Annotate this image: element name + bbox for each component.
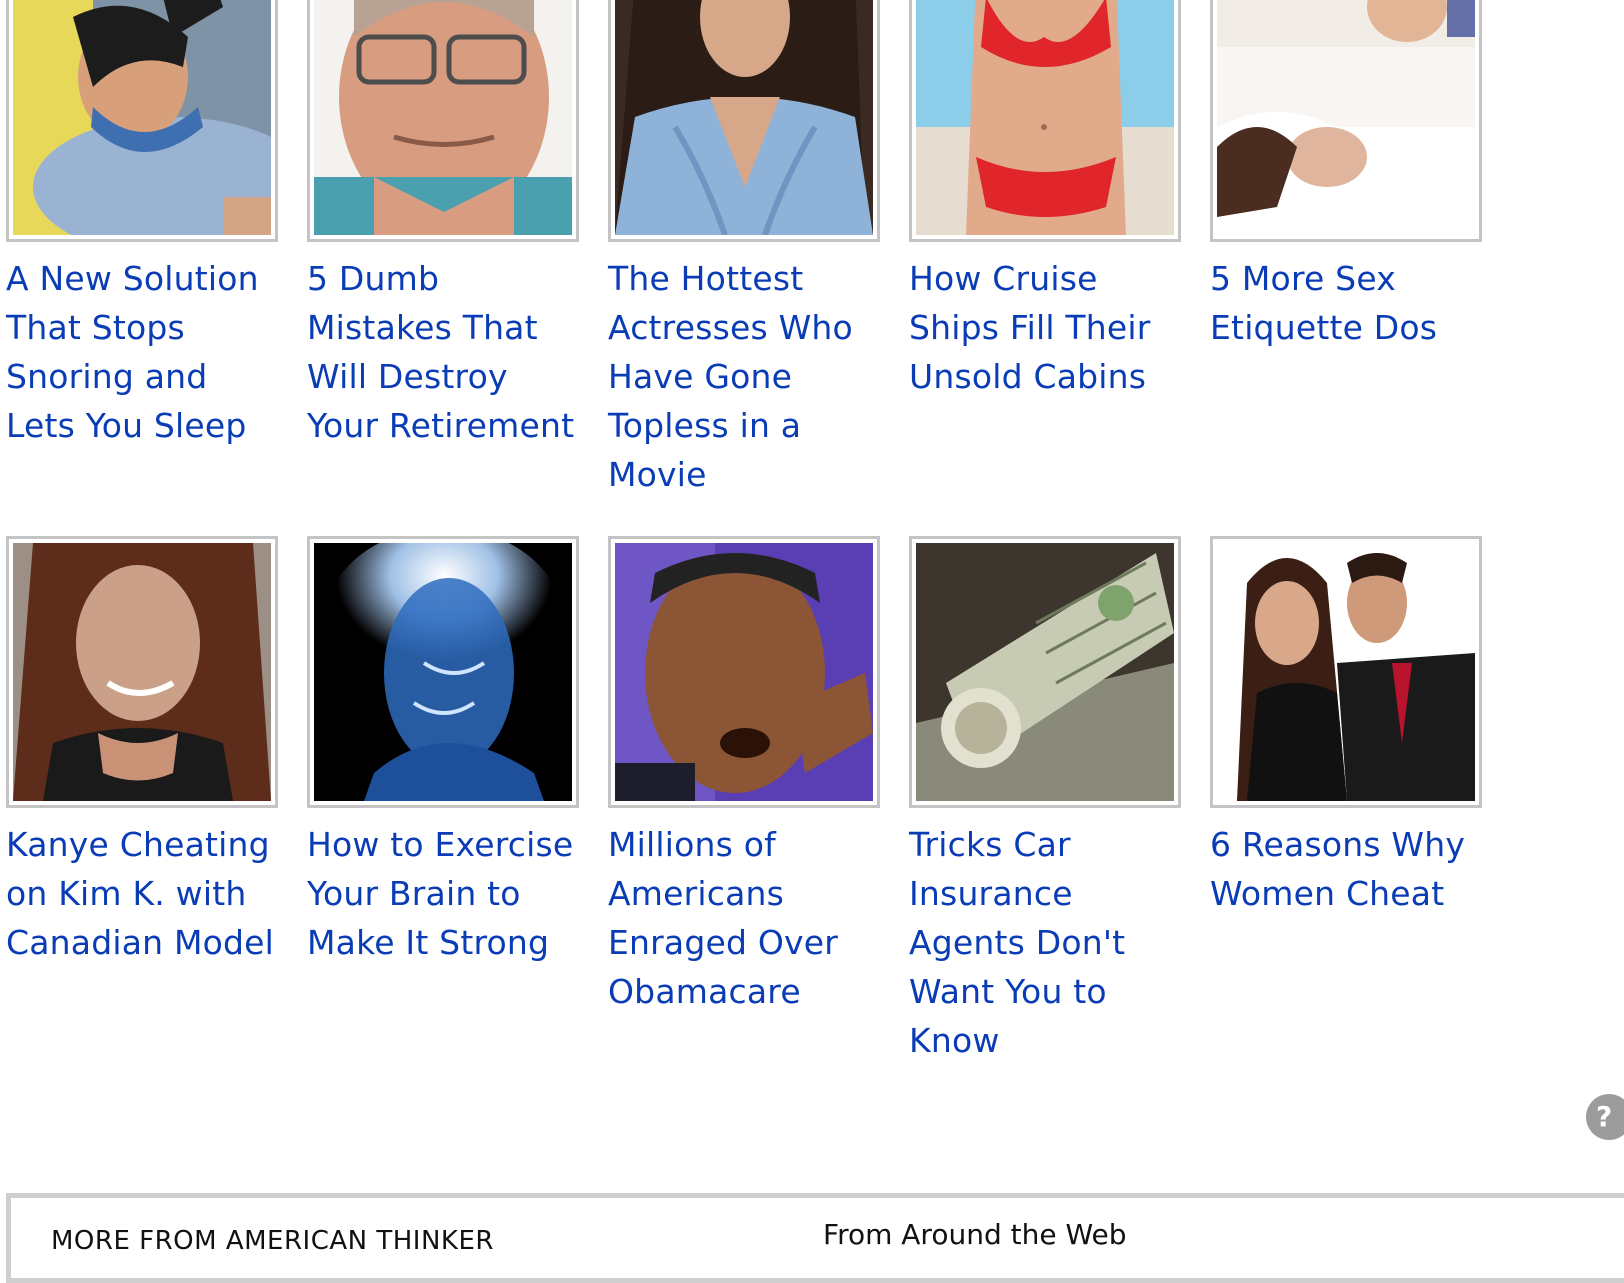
ad-title-link[interactable]: How Cruise Ships Fill Their Unsold Cabin… <box>909 254 1184 401</box>
ad-title-link[interactable]: The Hottest Actresses Who Have Gone Topl… <box>608 254 883 499</box>
couple-in-bed-photo <box>1217 0 1475 235</box>
ad-thumbnail[interactable] <box>909 0 1181 242</box>
ad-card[interactable]: 6 Reasons Why Women Cheat <box>1210 536 1482 918</box>
ad-thumbnail[interactable] <box>1210 0 1482 242</box>
ad-card[interactable]: 5 Dumb Mistakes That Will Destroy Your R… <box>307 0 579 450</box>
ad-title-link[interactable]: 5 Dumb Mistakes That Will Destroy Your R… <box>307 254 582 450</box>
ad-card[interactable]: Kanye Cheating on Kim K. with Canadian M… <box>6 536 278 967</box>
ad-card[interactable]: The Hottest Actresses Who Have Gone Topl… <box>608 0 880 499</box>
ad-title-link[interactable]: 5 More Sex Etiquette Dos <box>1210 254 1485 352</box>
couple-embracing-photo <box>1217 543 1475 801</box>
ad-thumbnail[interactable] <box>307 536 579 808</box>
glowing-brain-xray-photo <box>314 543 572 801</box>
help-icon[interactable]: ? <box>1586 1094 1624 1140</box>
ad-thumbnail[interactable] <box>307 0 579 242</box>
ad-card[interactable]: 5 More Sex Etiquette Dos <box>1210 0 1482 352</box>
obama-speaking-photo <box>615 543 873 801</box>
ad-title-link[interactable]: 6 Reasons Why Women Cheat <box>1210 820 1485 918</box>
recommendations-box: MORE FROM AMERICAN THINKER From Around t… <box>6 1193 1624 1283</box>
ad-card[interactable]: Tricks Car Insurance Agents Don't Want Y… <box>909 536 1181 1065</box>
ad-thumbnail[interactable] <box>1210 536 1482 808</box>
ad-thumbnail[interactable] <box>608 536 880 808</box>
ad-thumbnail[interactable] <box>608 0 880 242</box>
smiling-woman-photo <box>13 543 271 801</box>
ad-card[interactable]: How Cruise Ships Fill Their Unsold Cabin… <box>909 0 1181 401</box>
actress-blue-dress-photo <box>615 0 873 235</box>
more-from-site-heading: MORE FROM AMERICAN THINKER <box>51 1226 494 1256</box>
ad-card[interactable]: How to Exercise Your Brain to Make It St… <box>307 536 579 967</box>
woman-red-bikini-photo <box>916 0 1174 235</box>
ad-title-link[interactable]: Millions of Americans Enraged Over Obama… <box>608 820 883 1016</box>
rolled-dollar-bills-photo <box>916 543 1174 801</box>
ad-title-link[interactable]: Tricks Car Insurance Agents Don't Want Y… <box>909 820 1184 1065</box>
around-the-web-heading: From Around the Web <box>823 1218 1127 1251</box>
ad-card[interactable]: Millions of Americans Enraged Over Obama… <box>608 536 880 1016</box>
ad-title-link[interactable]: Kanye Cheating on Kim K. with Canadian M… <box>6 820 281 967</box>
worried-old-man-photo <box>314 0 572 235</box>
ad-thumbnail[interactable] <box>6 0 278 242</box>
ad-title-link[interactable]: A New Solution That Stops Snoring and Le… <box>6 254 281 450</box>
ad-title-link[interactable]: How to Exercise Your Brain to Make It St… <box>307 820 582 967</box>
ad-thumbnail[interactable] <box>6 536 278 808</box>
ad-card[interactable]: A New Solution That Stops Snoring and Le… <box>6 0 278 450</box>
ad-thumbnail[interactable] <box>909 536 1181 808</box>
man-sleeping-photo <box>13 0 271 235</box>
